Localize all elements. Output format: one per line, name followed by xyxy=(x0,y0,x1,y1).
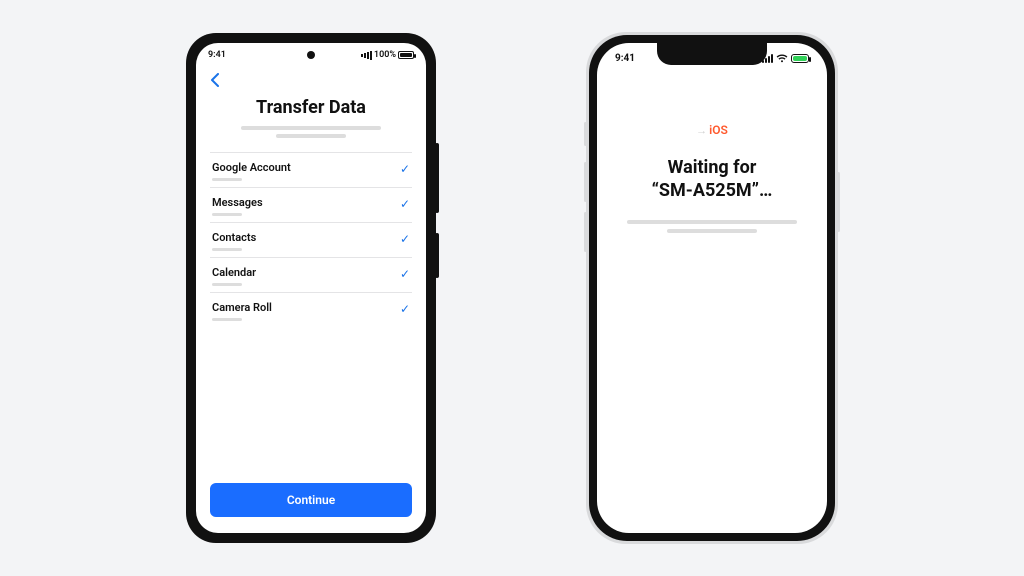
subtitle-placeholder xyxy=(241,126,381,138)
waiting-title: Waiting for “SM-A525M”… xyxy=(652,157,773,202)
ios-label: iOS xyxy=(709,123,728,137)
item-label: Camera Roll xyxy=(212,301,272,314)
check-icon: ✓ xyxy=(400,266,410,280)
item-subtext-placeholder xyxy=(212,213,242,216)
page-title: Transfer Data xyxy=(210,97,412,118)
iphone-side-button xyxy=(837,172,840,232)
item-label: Google Account xyxy=(212,161,291,174)
item-subtext-placeholder xyxy=(212,248,242,251)
android-volume-button xyxy=(435,143,439,213)
waiting-line-1: Waiting for xyxy=(668,157,757,178)
transfer-item-contacts[interactable]: Contacts ✓ xyxy=(210,222,412,257)
status-time: 9:41 xyxy=(615,53,635,64)
signal-icon xyxy=(361,51,372,60)
check-icon: ✓ xyxy=(400,161,410,175)
android-punch-hole-camera xyxy=(307,51,315,59)
chevron-left-icon xyxy=(210,73,220,87)
item-label: Calendar xyxy=(212,266,256,279)
transfer-item-messages[interactable]: Messages ✓ xyxy=(210,187,412,222)
iphone-mute-switch xyxy=(584,122,587,146)
transfer-item-camera-roll[interactable]: Camera Roll ✓ xyxy=(210,292,412,327)
transfer-item-google-account[interactable]: Google Account ✓ xyxy=(210,152,412,187)
battery-icon xyxy=(398,51,414,59)
waiting-line-2: “SM-A525M”… xyxy=(652,180,773,201)
check-icon: ✓ xyxy=(400,231,410,245)
item-subtext-placeholder xyxy=(212,178,242,181)
iphone-volume-down xyxy=(584,212,587,252)
subtitle-placeholder xyxy=(627,220,797,233)
item-label: Messages xyxy=(212,196,263,209)
battery-text: 100% xyxy=(374,50,396,60)
item-subtext-placeholder xyxy=(212,318,242,321)
iphone-notch xyxy=(657,43,767,65)
back-button[interactable] xyxy=(210,67,412,93)
arrow-right-icon: → xyxy=(696,124,707,137)
iphone-volume-up xyxy=(584,162,587,202)
transfer-item-calendar[interactable]: Calendar ✓ xyxy=(210,257,412,292)
android-content: Transfer Data Google Account ✓ Messages xyxy=(196,67,426,533)
status-time: 9:41 xyxy=(208,50,226,60)
android-power-button xyxy=(435,233,439,278)
check-icon: ✓ xyxy=(400,196,410,210)
iphone-screen: 9:41 → iOS Waiting for “SM-A525M”… xyxy=(597,43,827,533)
continue-button[interactable]: Continue xyxy=(210,483,412,517)
item-subtext-placeholder xyxy=(212,283,242,286)
battery-icon xyxy=(791,54,809,63)
iphone-content: → iOS Waiting for “SM-A525M”… xyxy=(597,73,827,533)
wifi-icon xyxy=(776,54,788,63)
item-label: Contacts xyxy=(212,231,256,244)
iphone-frame: 9:41 → iOS Waiting for “SM-A525M”… xyxy=(586,32,838,544)
android-phone-frame: 9:41 100% Transfer Data Google Account xyxy=(186,33,436,543)
check-icon: ✓ xyxy=(400,301,410,315)
android-screen: 9:41 100% Transfer Data Google Account xyxy=(196,43,426,533)
move-to-ios-badge: → iOS xyxy=(696,123,728,137)
transfer-items-list: Google Account ✓ Messages ✓ Contacts xyxy=(210,152,412,327)
